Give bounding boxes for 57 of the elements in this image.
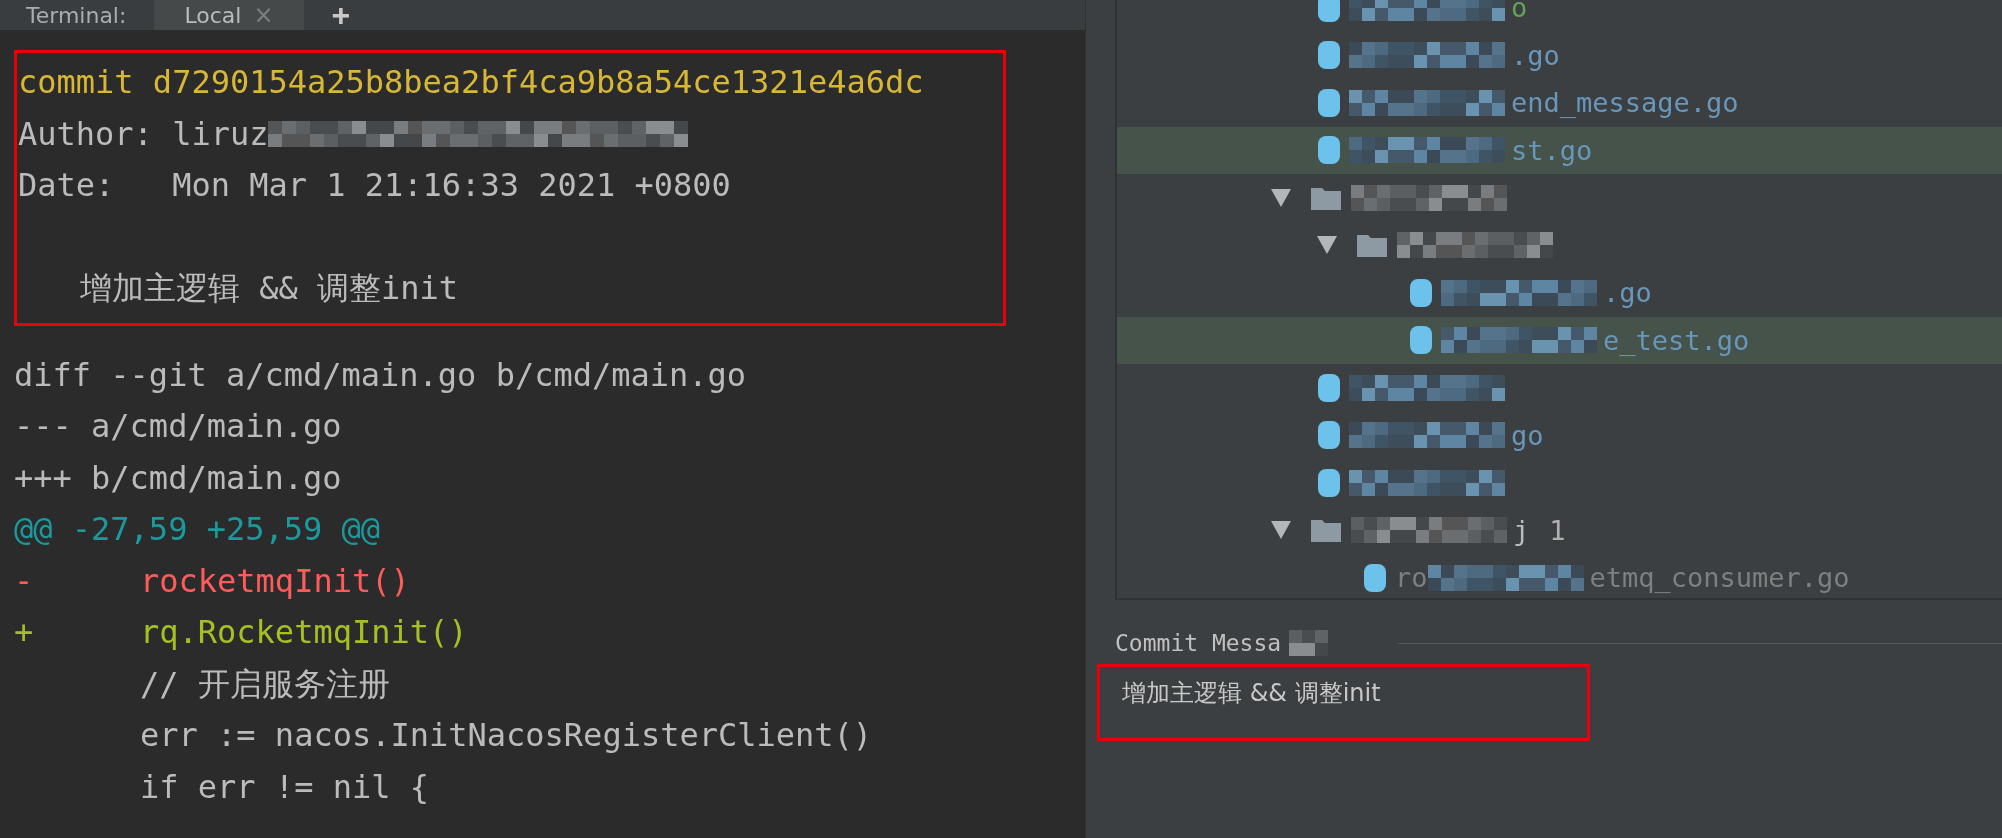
- file-icon: [1317, 135, 1341, 166]
- close-icon[interactable]: ×: [253, 1, 274, 29]
- terminal-tab[interactable]: Local ×: [154, 0, 304, 30]
- file-name-prefix: ro: [1395, 562, 1428, 594]
- file-name: go: [1511, 419, 1544, 451]
- file-icon: [1317, 0, 1341, 23]
- commit-hash-line: commit d7290154a25b8bea2bf4ca9b8a54ce1321e4a6dc: [18, 62, 924, 103]
- new-tab-button[interactable]: +: [331, 0, 351, 30]
- tree-file-row[interactable]: .go: [1117, 31, 2002, 79]
- code-line: + rq.RocketmqInit(): [14, 612, 468, 653]
- output-line: +++ b/cmd/main.go: [14, 457, 342, 499]
- commit-message-field[interactable]: 增加主逻辑 && 调整init: [1097, 664, 2002, 838]
- file-icon: [1409, 325, 1433, 356]
- folder-name: j: [1513, 514, 1530, 546]
- file-icon: [1363, 562, 1387, 593]
- file-name: .go: [1603, 277, 1652, 309]
- tree-file-row[interactable]: ro etmq_consumer.go: [1117, 554, 2002, 598]
- terminal-label: Terminal:: [25, 2, 128, 28]
- output-line: --- a/cmd/main.go: [14, 406, 342, 447]
- file-icon: [1317, 467, 1341, 498]
- folder-icon: [1311, 518, 1341, 543]
- output-line: diff --git a/cmd/main.go b/cmd/main.go: [14, 354, 747, 396]
- code-line: // 开启服务注册: [139, 663, 390, 705]
- file-icon: [1317, 372, 1341, 403]
- file-name: e_test.go: [1603, 324, 1750, 356]
- expand-arrow-icon[interactable]: [1271, 188, 1291, 207]
- output-line: 增加主逻辑 && 调整init: [79, 268, 459, 309]
- file-icon: [1409, 277, 1433, 308]
- expand-arrow-icon[interactable]: [1317, 236, 1337, 255]
- tree-folder-row[interactable]: j 1: [1117, 506, 2002, 554]
- file-name: end_message.go: [1511, 87, 1739, 119]
- tree-file-row[interactable]: go: [1117, 411, 2002, 459]
- change-count: 1: [1549, 514, 1566, 546]
- code-line: err := nacos.InitNacosRegisterClient(): [139, 715, 873, 756]
- file-name: etmq_consumer.go: [1589, 562, 1850, 594]
- commit-message-label: Commit Messa: [1115, 630, 1282, 656]
- file-icon: [1317, 87, 1341, 118]
- file-icon: [1317, 420, 1341, 451]
- folder-icon: [1357, 233, 1387, 258]
- output-line: Date: Mon Mar 1 21:16:33 2021 +0800: [18, 165, 731, 206]
- file-name: .go: [1511, 39, 1560, 71]
- output-line: @@ -27,59 +25,59 @@: [14, 509, 381, 550]
- file-name: o: [1511, 0, 1528, 24]
- file-name: st.go: [1511, 134, 1593, 166]
- code-line: if err != nil {: [139, 766, 429, 808]
- output-line: Author: liruz: [18, 113, 269, 155]
- blurred-text: [1289, 630, 1329, 656]
- expand-arrow-icon[interactable]: [1271, 521, 1291, 540]
- tree-file-row[interactable]: st.go: [1117, 126, 2002, 174]
- file-icon: [1317, 40, 1341, 71]
- tree-file-row[interactable]: end_message.go: [1117, 79, 2002, 127]
- tree-file-row[interactable]: e_test.go: [1117, 316, 2002, 364]
- code-line: - rocketmqInit(): [14, 560, 410, 602]
- tree-file-row[interactable]: .go: [1117, 269, 2002, 317]
- tree-file-row[interactable]: o: [1117, 0, 2002, 32]
- folder-icon: [1311, 185, 1341, 210]
- commit-message-text: 增加主逻辑 && 调整init: [1097, 664, 1590, 741]
